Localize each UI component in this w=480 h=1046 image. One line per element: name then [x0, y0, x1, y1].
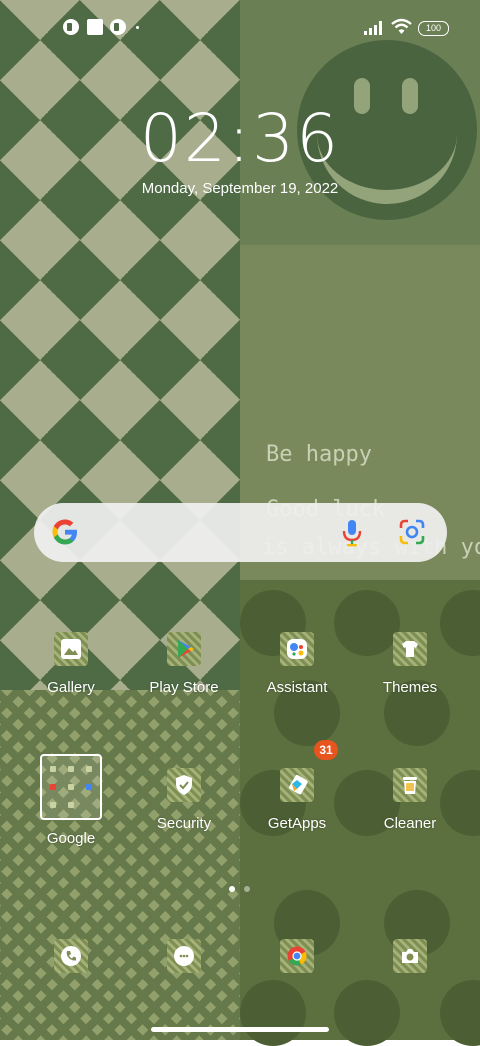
app-label: Assistant [266, 679, 328, 696]
app-gallery[interactable]: Gallery [16, 632, 126, 696]
more-notifications-dot [136, 26, 139, 29]
app-label: GetApps [267, 815, 327, 832]
app-label: Gallery [47, 679, 95, 696]
app-cleaner[interactable]: Cleaner [355, 768, 465, 832]
microphone-icon[interactable] [341, 518, 363, 548]
app-label: Cleaner [383, 815, 437, 832]
app-themes[interactable]: Themes [355, 632, 465, 696]
status-bar: 100 [0, 0, 480, 56]
home-gesture-bar[interactable] [151, 1027, 329, 1032]
google-lens-icon[interactable] [398, 518, 426, 546]
dock-messages[interactable] [129, 939, 239, 973]
folder-google[interactable]: Google [16, 754, 126, 847]
houndstooth-panel [0, 690, 240, 1040]
notification-icon-a [63, 19, 79, 35]
app-security[interactable]: Security [129, 768, 239, 832]
security-shield-icon [167, 768, 201, 802]
google-logo-icon [52, 519, 77, 545]
notification-badge: 31 [314, 740, 338, 760]
app-play-store[interactable]: Play Store [129, 632, 239, 696]
phone-icon [54, 939, 88, 973]
play-store-icon [167, 632, 201, 666]
folder-icon [40, 754, 102, 820]
dock-chrome[interactable] [242, 939, 352, 973]
dock-phone[interactable] [16, 939, 126, 973]
dock-camera[interactable] [355, 939, 465, 973]
gallery-icon [54, 632, 88, 666]
getapps-icon [280, 768, 314, 802]
app-getapps[interactable]: GetApps [242, 768, 352, 832]
wifi-icon [391, 18, 412, 34]
app-label: Themes [382, 679, 438, 696]
app-label: Google [46, 830, 96, 847]
app-assistant[interactable]: Assistant [242, 632, 352, 696]
assistant-icon [280, 632, 314, 666]
clock-time[interactable]: 02:36 [0, 100, 480, 177]
notification-icon-b [110, 19, 126, 35]
google-search-bar[interactable] [34, 503, 447, 562]
page-indicator[interactable] [229, 879, 259, 897]
notification-square-icon [87, 19, 103, 35]
app-label: Security [156, 815, 212, 832]
app-label: Play Store [149, 679, 219, 696]
themes-icon [393, 632, 427, 666]
page-dot[interactable] [244, 886, 250, 892]
clock-date[interactable]: Monday, September 19, 2022 [0, 180, 480, 197]
page-dot-active[interactable] [229, 886, 235, 892]
battery-indicator: 100 [418, 21, 449, 36]
messages-icon [167, 939, 201, 973]
wallpaper-text-line1: Be happy [266, 442, 372, 467]
signal-bars-icon [364, 21, 382, 35]
cleaner-icon [393, 768, 427, 802]
camera-icon [393, 939, 427, 973]
chrome-icon [280, 939, 314, 973]
